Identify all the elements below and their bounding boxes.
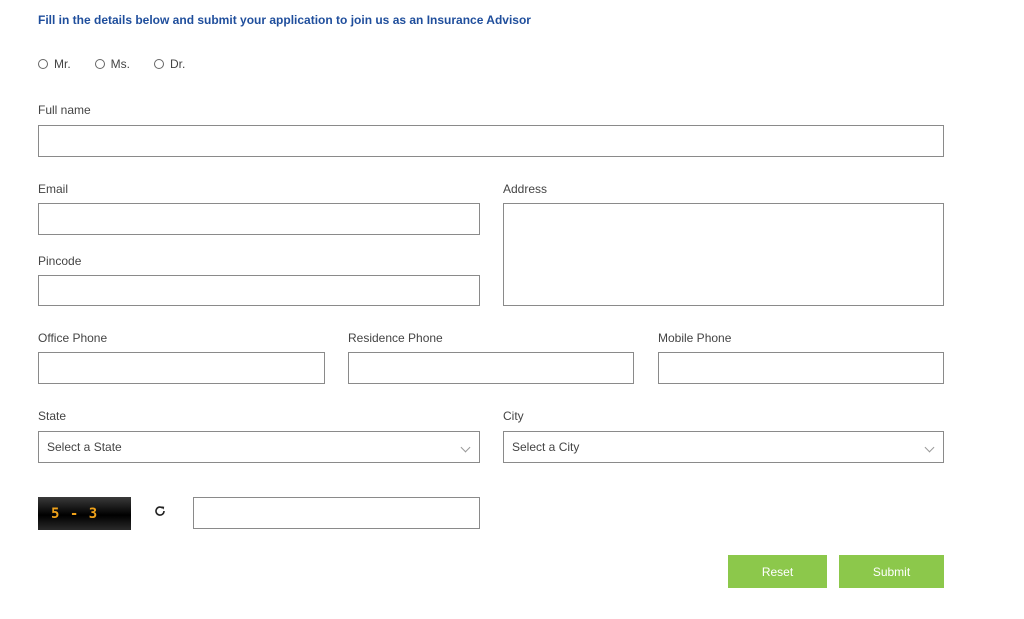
salutation-label: Mr. [54,57,71,71]
pincode-label: Pincode [38,254,82,268]
chevron-down-icon [924,442,935,453]
state-select[interactable]: Select a State [38,431,480,463]
state-selected-value: Select a State [47,440,122,454]
pincode-input[interactable] [38,275,480,306]
office-phone-input[interactable] [38,352,325,384]
email-label: Email [38,182,69,196]
mobile-phone-label: Mobile Phone [658,331,732,345]
radio-circle-icon[interactable] [154,59,165,69]
salutation-label: Dr. [170,57,186,71]
city-label: City [503,409,524,423]
full-name-label: Full name [38,103,91,117]
refresh-icon[interactable] [152,503,168,519]
office-phone-label: Office Phone [38,331,108,345]
application-form: Fill in the details below and submit you… [0,0,1024,619]
chevron-down-icon [460,442,471,453]
radio-circle-icon[interactable] [94,59,105,69]
address-label: Address [503,182,548,196]
state-label: State [38,409,67,423]
captcha-text: 5 - 3 [51,505,99,522]
captcha-input[interactable] [193,497,480,529]
salutation-ms[interactable]: Ms. [94,57,131,71]
submit-button[interactable]: Submit [839,555,944,588]
mobile-phone-input[interactable] [658,352,944,384]
salutation-radio-group: Mr. Ms. Dr. [38,57,209,71]
city-selected-value: Select a City [512,440,580,454]
captcha-image: 5 - 3 [38,497,131,530]
full-name-input[interactable] [38,125,944,157]
salutation-dr[interactable]: Dr. [154,57,185,71]
radio-circle-icon[interactable] [38,59,48,69]
salutation-label: Ms. [110,57,131,71]
form-intro-text: Fill in the details below and submit you… [38,13,531,27]
salutation-mr[interactable]: Mr. [38,57,71,71]
address-textarea[interactable] [503,203,944,306]
email-input[interactable] [38,203,480,235]
residence-phone-input[interactable] [348,352,634,384]
reset-button[interactable]: Reset [728,555,827,588]
city-select[interactable]: Select a City [503,431,944,463]
residence-phone-label: Residence Phone [348,331,443,345]
